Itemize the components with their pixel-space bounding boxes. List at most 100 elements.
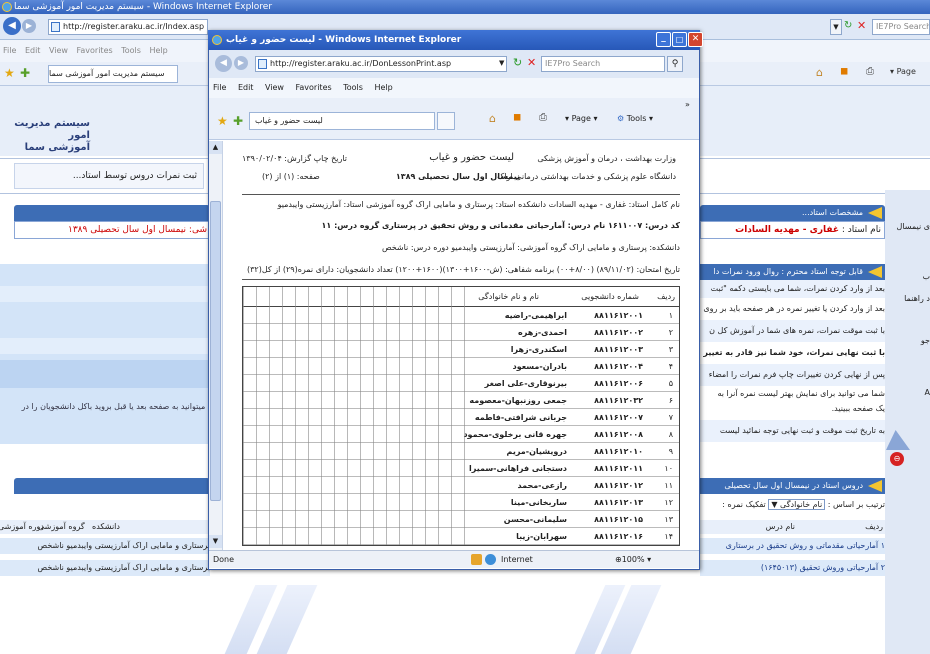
popup-print-icon[interactable]: ⎙ — [539, 112, 547, 123]
scroll-up-arrow-icon[interactable]: ▲ — [209, 141, 222, 154]
student-row-number: ۷ — [668, 413, 673, 422]
menu-file[interactable]: File — [3, 46, 16, 55]
popup-new-tab[interactable] — [437, 112, 455, 130]
course-row-left-2[interactable]: برستاری و مامایی اراک آمارزیستی وایبدمیو… — [0, 560, 210, 576]
popup-menu-favorites[interactable]: Favorites — [296, 83, 332, 92]
popup-scrollbar[interactable]: ▲ ▼ — [209, 141, 223, 550]
favorites-star-icon[interactable]: ★ — [4, 66, 15, 80]
course-row-right-2[interactable]: ۲ آمارحیاتی وروش تحقیق (۱۶۴۵۰۱۳) — [700, 560, 885, 576]
header-group: گروه آموزشی — [38, 522, 85, 531]
outer-window-title: سیستم مدیریت امور آموزشی سما - Windows I… — [14, 2, 273, 12]
popup-search-box[interactable]: IE7Pro Search — [541, 56, 665, 72]
outer-tab[interactable]: سیستم مدیریت امور آموزشی سما — [48, 65, 178, 83]
popup-favorites-star-icon[interactable]: ★ — [217, 114, 228, 128]
popup-home-icon[interactable]: ⌂ — [489, 112, 496, 125]
course-row-right-1[interactable]: ۱ آمارحیاتی مقدماتی و روش تحقیق در برستا… — [700, 538, 885, 554]
status-zone: Internet — [501, 555, 533, 564]
student-id: ۸۸۱۱۶۱۲۰۱۰ — [594, 447, 643, 456]
doc-print-date: تاریخ چاپ گزارش: ۱۳۹۰/۰۲/۰۴ — [242, 154, 347, 163]
doc-term: نیمسال اول سال تحصیلی ۱۳۸۹ — [395, 172, 520, 181]
sort-select-value: نام خانوادگی — [780, 500, 823, 509]
left-info-text: ا میتوانید به صفحه بعد یا قبل بروید باکل… — [21, 402, 210, 411]
student-row-number: ۱۱ — [664, 481, 673, 490]
popup-menu-help[interactable]: Help — [374, 83, 392, 92]
popup-back-button[interactable]: ◀ — [215, 55, 232, 72]
popup-add-favorite-icon[interactable]: ✚ — [233, 114, 243, 128]
menu-favorites[interactable]: Favorites — [77, 46, 113, 55]
popup-menu-edit[interactable]: Edit — [238, 83, 254, 92]
nav-strip-right — [700, 158, 930, 194]
teacher-panel-title: مشخصات استاد... — [801, 208, 863, 217]
back-button[interactable]: ◀ — [3, 17, 21, 35]
scroll-down-arrow-icon[interactable]: ▼ — [209, 535, 222, 548]
add-favorite-icon[interactable]: ✚ — [20, 66, 30, 80]
menu-edit[interactable]: Edit — [25, 46, 41, 55]
courses-right-header: ردیف نام درس — [700, 520, 885, 534]
header-row-idx: ردیف — [865, 522, 883, 531]
popup-menu-file[interactable]: File — [213, 83, 226, 92]
right-sidebar-text: ی نیمسال ب د راهنما جو A — [885, 222, 930, 398]
nav-current-item[interactable]: ثبت نمرات دروس توسط استاد... — [14, 163, 204, 189]
popup-page-menu[interactable]: ▾ Page ▾ — [565, 114, 598, 123]
popup-address-bar[interactable]: http://register.araku.ac.ir/DonLessonPri… — [255, 56, 507, 72]
student-id: ۸۸۱۱۶۱۲۰۰۳ — [594, 345, 643, 354]
page-menu[interactable]: ▾ Page — [890, 67, 916, 76]
doc-org-2: دانشگاه علوم پزشکی و خدمات بهداشتی درمان… — [497, 172, 676, 181]
student-row-number: ۱۲ — [664, 498, 673, 507]
forward-button[interactable]: ▶ — [22, 19, 36, 33]
menu-view[interactable]: View — [49, 46, 68, 55]
student-name: سهرابان-زیبا — [516, 532, 567, 541]
popup-tools-menu[interactable]: ⚙ Tools ▾ — [617, 114, 653, 123]
popup-search-button[interactable]: ⚲ — [667, 56, 683, 72]
outer-address-text: http://register.araku.ac.ir/Index.asp — [63, 22, 205, 31]
popup-tab[interactable]: لیست حضور و غیاب — [249, 112, 435, 130]
ie-icon — [2, 2, 12, 12]
popup-forward-button[interactable]: ▶ — [234, 56, 248, 70]
student-name: درویشیان-مریم — [506, 447, 567, 456]
outer-menu-bar-right — [700, 40, 930, 62]
minimize-button[interactable]: _ — [656, 32, 671, 47]
student-id: ۸۸۱۱۶۱۲۰۱۵ — [594, 515, 643, 524]
popup-menu-tools[interactable]: Tools — [343, 83, 363, 92]
scroll-thumb[interactable] — [210, 201, 221, 501]
th-name: نام و نام خانوادگی — [478, 292, 539, 301]
student-name: ابراهیمی-راضیه — [504, 311, 567, 320]
popup-menu-view[interactable]: View — [265, 83, 284, 92]
popup-refresh-icon[interactable]: ↻ — [513, 56, 522, 69]
menu-tools[interactable]: Tools — [121, 46, 141, 55]
home-icon[interactable]: ⌂ — [816, 66, 823, 79]
maximize-button[interactable]: □ — [672, 32, 687, 47]
status-zoom[interactable]: ⊕100% ▾ — [615, 551, 651, 569]
teacher-row: نام استاد : غفاری - مهدیه السادات — [700, 221, 885, 239]
dropdown-arrow-icon[interactable]: ▼ — [830, 19, 842, 35]
feeds-icon[interactable]: ◼ — [840, 66, 848, 77]
close-button[interactable]: ✕ — [688, 32, 703, 47]
popup-feeds-icon[interactable]: ◼ — [513, 112, 521, 123]
sort-select[interactable]: نام خانوادگی ▼ — [768, 499, 826, 510]
outer-search-box[interactable]: IE7Pro Search — [872, 19, 930, 35]
menu-help[interactable]: Help — [149, 46, 167, 55]
popup-dropdown-arrow-icon[interactable]: ▼ — [499, 59, 504, 67]
attendance-grid — [243, 287, 473, 545]
refresh-icon[interactable]: ↻ — [844, 20, 852, 31]
course-row-left-1[interactable]: برستاری و مامایی اراک آمارزیستی وایبدمیو… — [0, 538, 210, 554]
notice-line-4: با ثبت نهایی نمرات، خود شما نیز قادر به … — [703, 348, 885, 357]
header-course-name: نام درس — [765, 522, 795, 531]
page-icon — [51, 22, 60, 32]
outer-address-bar[interactable]: http://register.araku.ac.ir/Index.asp — [48, 19, 208, 35]
right-sidebar-close-icon[interactable]: ⊖ — [890, 452, 904, 466]
student-name: سلیمانی-محسن — [503, 515, 567, 524]
courses-left-bluebar — [14, 478, 210, 494]
popup-page-menu-label: Page — [571, 114, 591, 123]
status-lock-icon — [471, 554, 482, 565]
doc-info-row-4: تاریخ امتحان: (۸۹/۱۱/۰۲) (۸/۰۰+۰۰) برنام… — [242, 260, 680, 280]
popup-chevron-more-icon[interactable]: » — [685, 100, 690, 109]
stop-icon[interactable]: ✕ — [857, 19, 866, 32]
notice-line-3: با ثبت موقت نمرات، نمره های شما در آموزش… — [700, 320, 885, 342]
popup-stop-icon[interactable]: ✕ — [527, 56, 536, 69]
left-info-band-1 — [0, 286, 210, 302]
student-name: دستجانی فراهانی-سمیرا — [468, 464, 567, 473]
print-icon[interactable]: ⎙ — [866, 66, 874, 77]
student-id: ۸۸۱۱۶۱۲۰۳۲ — [594, 396, 643, 405]
popup-address-row: ◀ ▶ http://register.araku.ac.ir/DonLesso… — [209, 50, 699, 78]
